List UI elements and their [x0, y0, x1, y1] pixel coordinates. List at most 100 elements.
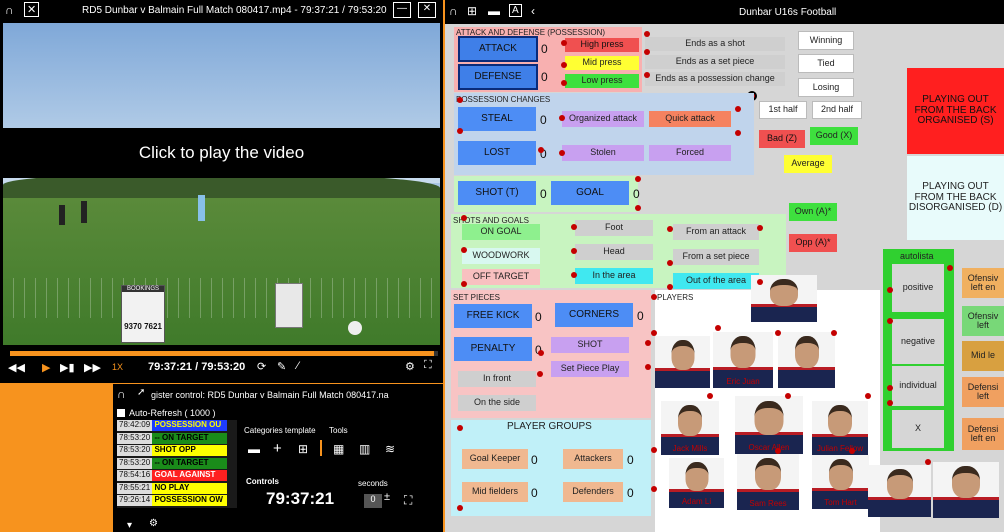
first-half-button[interactable]: 1st half	[759, 101, 807, 119]
steal-button[interactable]: STEAL	[458, 107, 536, 131]
high-press-button[interactable]: High press	[565, 38, 639, 52]
video-overlay-band[interactable]: Click to play the video	[3, 128, 440, 178]
player-photo[interactable]: Oscar Allen	[735, 396, 803, 454]
side-category-button[interactable]: Defensi left en	[962, 418, 1004, 450]
goal-keeper-button[interactable]: Goal Keeper	[462, 449, 528, 469]
average-button[interactable]: Average	[784, 155, 832, 173]
grid-settings-icon[interactable]: ⊞	[298, 442, 308, 456]
player-photo[interactable]: Eric Juan	[713, 332, 773, 388]
out-area-button[interactable]: Out of the area	[673, 273, 759, 289]
register-row[interactable]: 78:54:16 GOAL AGAINST	[117, 470, 227, 481]
pencil-icon[interactable]: ✎	[277, 360, 286, 373]
side-category-button[interactable]: Defensi left	[962, 377, 1004, 407]
skip-back-icon[interactable]: ◀◀	[8, 361, 25, 374]
auto-refresh-checkbox[interactable]	[117, 409, 125, 417]
collapse-icon[interactable]: ✕	[24, 2, 40, 17]
settings-icon[interactable]: ⚙	[405, 360, 415, 373]
player-photo[interactable]: Adam Li	[669, 458, 724, 508]
grid-icon[interactable]: ▦	[333, 442, 344, 456]
attackers-button[interactable]: Attackers	[563, 449, 623, 469]
register-row[interactable]: 78:53:20 SHOT OPP	[117, 445, 227, 456]
gear-icon[interactable]: ⚙	[149, 518, 158, 529]
fullscreen-icon[interactable]: ⛶	[424, 359, 432, 372]
low-press-button[interactable]: Low press	[565, 74, 639, 88]
shot-button[interactable]: SHOT (T)	[458, 181, 536, 205]
lost-button[interactable]: LOST	[458, 141, 536, 165]
player-photo[interactable]: Jack Mills	[661, 401, 719, 455]
winning-button[interactable]: Winning	[798, 31, 854, 50]
player-photo[interactable]: Sam Rees	[737, 454, 799, 510]
defenders-button[interactable]: Defenders	[563, 482, 623, 502]
mid-press-button[interactable]: Mid press	[565, 56, 639, 70]
penalty-button[interactable]: PENALTY	[454, 337, 532, 361]
side-category-button[interactable]: Mid le	[962, 341, 1004, 371]
player-photo[interactable]	[778, 332, 835, 388]
seconds-stepper-icon[interactable]: ±	[384, 491, 390, 503]
refresh-icon[interactable]: ⟳	[257, 360, 266, 373]
ends-set-piece-button[interactable]: Ends as a set piece	[645, 55, 785, 69]
stolen-button[interactable]: Stolen	[562, 145, 644, 161]
quick-attack-button[interactable]: Quick attack	[649, 111, 731, 127]
player-photo[interactable]	[868, 465, 931, 517]
individual-button[interactable]: individual	[892, 366, 944, 406]
chart-icon[interactable]: ▥	[359, 442, 370, 456]
on-side-button[interactable]: On the side	[458, 395, 536, 411]
register-row[interactable]: 78:53:20 -- ON TARGET	[117, 457, 227, 469]
forced-button[interactable]: Forced	[649, 145, 731, 161]
video-progress-bar[interactable]	[10, 351, 438, 356]
attack-button[interactable]: ATTACK	[458, 36, 538, 62]
organized-attack-button[interactable]: Organized attack	[562, 111, 644, 127]
signal-icon[interactable]: ≋	[385, 442, 395, 456]
grid-settings-icon[interactable]: ⊞	[467, 4, 477, 18]
off-target-button[interactable]: OFF TARGET	[462, 269, 540, 285]
text-icon[interactable]: A	[509, 4, 522, 17]
draw-icon[interactable]: ⁄	[297, 360, 299, 372]
speed-label[interactable]: 1X	[112, 362, 123, 372]
close-button[interactable]: ✕	[418, 2, 436, 18]
step-forward-icon[interactable]: ▶▮	[60, 361, 75, 374]
video-frame[interactable]: Click to play the video BOOKINGS 9370 76…	[3, 23, 440, 345]
folder-icon[interactable]: ▬	[488, 4, 500, 18]
from-attack-button[interactable]: From an attack	[673, 224, 759, 240]
player-photo[interactable]: Tom Hart	[812, 455, 869, 509]
x-button[interactable]: X	[892, 410, 944, 448]
minimize-button[interactable]: —	[393, 2, 411, 18]
player-photo[interactable]: Julian Fellow	[812, 401, 868, 455]
positive-button[interactable]: positive	[892, 264, 944, 312]
register-row[interactable]: 78:55:21 NO PLAY	[117, 482, 227, 494]
pin-icon[interactable]: ➚	[137, 387, 145, 398]
seconds-input[interactable]: 0	[364, 494, 382, 508]
on-goal-button[interactable]: ON GOAL	[462, 224, 540, 240]
corners-button[interactable]: CORNERS	[555, 303, 633, 327]
from-set-piece-button[interactable]: From a set piece	[673, 249, 759, 265]
goal-button[interactable]: GOAL	[551, 181, 629, 205]
play-icon[interactable]: ▶	[42, 361, 50, 374]
playing-out-organised-button[interactable]: PLAYING OUT FROM THE BACK ORGANISED (S)	[907, 68, 1004, 154]
set-piece-play-button[interactable]: Set Piece Play	[551, 361, 629, 377]
ends-possession-button[interactable]: Ends as a possession change	[645, 72, 785, 86]
in-front-button[interactable]: In front	[458, 371, 536, 387]
side-category-button[interactable]: Ofensiv left	[962, 306, 1004, 336]
in-area-button[interactable]: In the area	[575, 268, 653, 284]
trash-icon[interactable]: ▾	[127, 520, 132, 531]
expand-icon[interactable]: ⛶	[404, 493, 412, 508]
bad-button[interactable]: Bad (Z)	[759, 130, 805, 148]
free-kick-button[interactable]: FREE KICK	[454, 304, 532, 328]
folder-icon[interactable]: ▬	[248, 442, 260, 456]
opp-button[interactable]: Opp (A)*	[789, 234, 837, 252]
head-button[interactable]: Head	[575, 244, 653, 260]
good-button[interactable]: Good (X)	[810, 127, 858, 145]
tied-button[interactable]: Tied	[798, 54, 854, 73]
midfielders-button[interactable]: Mid fielders	[462, 482, 528, 502]
register-row[interactable]: 78:42:09 POSSESSION OU	[117, 420, 227, 431]
player-photo[interactable]	[933, 462, 999, 518]
register-list[interactable]: 78:42:09 POSSESSION OU 78:53:20 -- ON TARGE…	[117, 420, 237, 508]
losing-button[interactable]: Losing	[798, 78, 854, 97]
defense-button[interactable]: DEFENSE	[458, 64, 538, 90]
woodwork-button[interactable]: WOODWORK	[462, 248, 540, 264]
player-photo[interactable]	[655, 336, 710, 388]
register-row[interactable]: 78:53:20 -- ON TARGET	[117, 432, 227, 444]
second-half-button[interactable]: 2nd half	[812, 101, 862, 119]
ends-shot-button[interactable]: Ends as a shot	[645, 37, 785, 51]
side-category-button[interactable]: Ofensiv left en	[962, 268, 1004, 298]
